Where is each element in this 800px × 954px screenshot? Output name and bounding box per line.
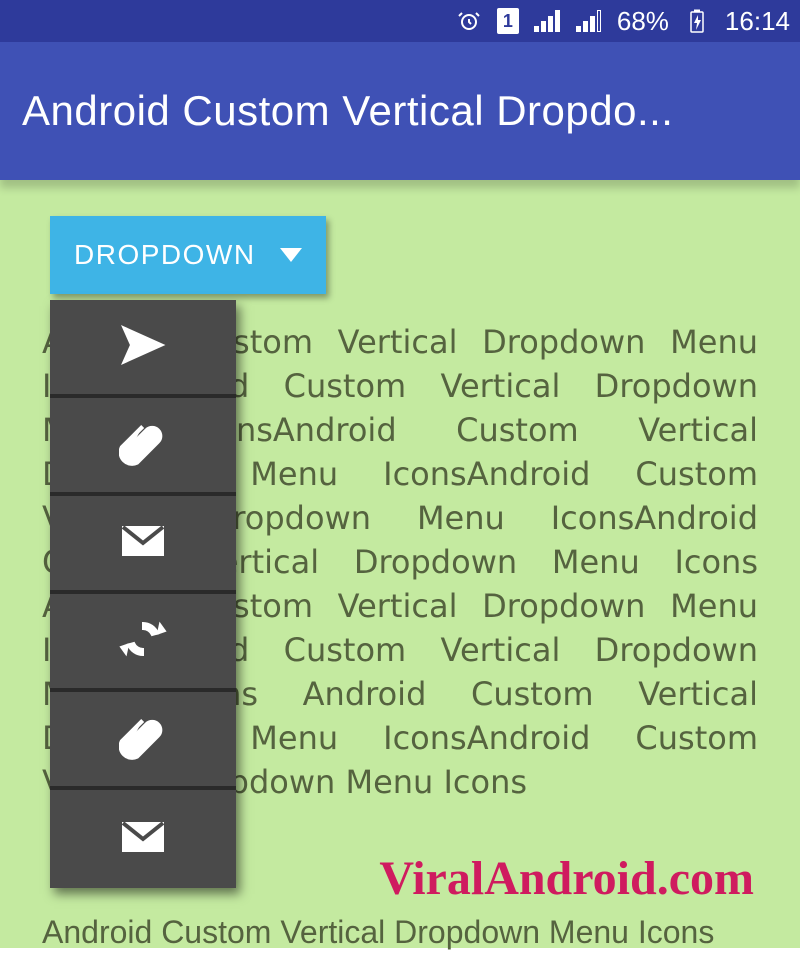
content-area: Android Custom Vertical Dropdown Menu Ic… [0, 180, 800, 948]
battery-percent: 68% [617, 6, 669, 37]
send-icon [119, 321, 167, 374]
watermark: ViralAndroid.com [379, 851, 754, 906]
dropdown-item-attach[interactable] [50, 398, 236, 496]
signal-1-icon [533, 7, 561, 35]
mail-icon [119, 813, 167, 866]
battery-charging-icon [683, 7, 711, 35]
clock: 16:14 [725, 6, 790, 37]
body-paragraph-2: Android Custom Vertical Dropdown Menu Ic… [42, 910, 758, 954]
sim-slot-number: 1 [503, 11, 513, 32]
dropdown-button[interactable]: DROPDOWN [50, 216, 326, 294]
mail-icon [119, 517, 167, 570]
paperclip-icon [119, 419, 167, 472]
chevron-down-icon [280, 239, 302, 271]
dropdown-button-label: DROPDOWN [74, 239, 256, 271]
dropdown-item-mail[interactable] [50, 496, 236, 594]
refresh-icon [119, 615, 167, 668]
signal-2-icon [575, 7, 603, 35]
status-bar: 1 68% 16:14 [0, 0, 800, 42]
sim-slot-icon: 1 [497, 8, 519, 34]
paperclip-icon [119, 713, 167, 766]
dropdown-item-refresh[interactable] [50, 594, 236, 692]
dropdown-item-send[interactable] [50, 300, 236, 398]
app-bar: Android Custom Vertical Dropdo... [0, 42, 800, 180]
alarm-icon [455, 7, 483, 35]
dropdown-item-attach-2[interactable] [50, 692, 236, 790]
dropdown-menu [50, 300, 236, 888]
page-title: Android Custom Vertical Dropdo... [22, 87, 778, 135]
dropdown-item-mail-2[interactable] [50, 790, 236, 888]
dropdown: DROPDOWN [50, 216, 326, 888]
